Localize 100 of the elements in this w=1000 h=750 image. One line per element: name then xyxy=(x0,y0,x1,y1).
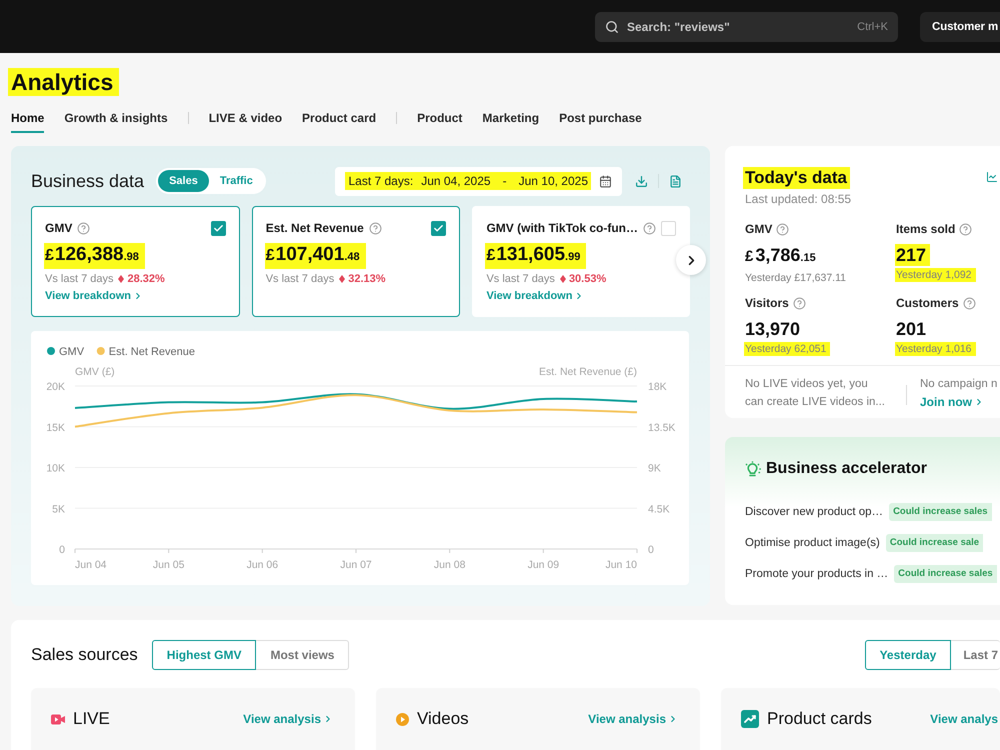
help-icon[interactable] xyxy=(792,296,806,310)
next-button[interactable] xyxy=(676,245,706,275)
stat-label: Visitors xyxy=(745,296,789,310)
axis-tick-label: 15K xyxy=(46,422,65,434)
panel-title: Business accelerator xyxy=(766,459,927,479)
metric-value: £126,388.98 xyxy=(44,243,145,269)
stat-value: 13,970 xyxy=(744,318,802,340)
calendar-icon xyxy=(599,174,612,188)
task-label[interactable]: Discover new product op… xyxy=(745,506,884,518)
axis-tick-label: Jun 07 xyxy=(340,559,372,571)
help-icon[interactable] xyxy=(77,222,90,234)
axis-tick-label: 18K xyxy=(648,381,667,393)
diamond-icon xyxy=(118,275,124,283)
view-analysis-link[interactable]: View analysis xyxy=(243,708,333,730)
search-input[interactable]: Search: "reviews" xyxy=(627,16,850,36)
video-camera-icon xyxy=(51,714,65,724)
search-field[interactable]: Search: "reviews" Ctrl+K xyxy=(595,12,898,42)
period-option[interactable]: Last 7 xyxy=(950,640,1000,670)
panel-title: Sales sources xyxy=(31,644,138,666)
view-breakdown-link[interactable]: View breakdown xyxy=(45,289,143,303)
help-icon[interactable] xyxy=(368,222,382,234)
axis-title: GMV (£) xyxy=(75,366,115,378)
search-icon xyxy=(605,20,619,34)
sort-option[interactable]: Highest GMV xyxy=(152,640,256,670)
download-icon[interactable] xyxy=(635,174,648,188)
line-chart-icon[interactable] xyxy=(986,171,998,183)
stat-label: Customers xyxy=(896,296,959,310)
stat-label: Items sold xyxy=(896,222,956,236)
lightbulb-icon xyxy=(745,460,761,478)
shortcut-label: Ctrl+K xyxy=(857,20,888,32)
comparison-label: Vs last 7 days xyxy=(266,273,334,285)
help-icon[interactable] xyxy=(962,296,976,310)
mode-option[interactable]: Sales xyxy=(158,170,209,192)
change-value: 30.53% xyxy=(568,273,606,285)
metric-label: GMV (with TikTok co-fun… xyxy=(486,221,638,235)
nav-tab[interactable]: Product xyxy=(417,110,462,133)
source-title: LIVE xyxy=(73,708,110,730)
play-circle-icon xyxy=(396,712,409,726)
axis-tick-label: 10K xyxy=(46,462,65,474)
note-text: No campaign n xyxy=(920,377,998,392)
note-text: No LIVE videos yet, you can create LIVE videos in... xyxy=(745,377,886,410)
last-updated-label: Last updated: 08:55 xyxy=(745,191,852,207)
status-badge: Could increase sales xyxy=(889,503,992,521)
axis-tick-label: Jun 09 xyxy=(528,559,560,571)
nav-tab[interactable]: LIVE & video xyxy=(208,110,282,133)
status-badge: Could increase sales xyxy=(894,565,997,583)
diamond-icon xyxy=(560,275,566,283)
nav-tab[interactable]: Product card xyxy=(302,110,376,133)
metric-value: £131,605.99 xyxy=(485,243,586,269)
metric-value: £107,401.48 xyxy=(264,243,366,269)
axis-tick-label: 5K xyxy=(52,503,65,516)
nav-tab[interactable]: Home xyxy=(11,110,44,133)
axis-tick-label: Jun 08 xyxy=(434,559,466,571)
axis-tick-label: 13.5K xyxy=(648,422,676,434)
date-range-picker[interactable]: Last 7 days: Jun 04, 2025 - Jun 10, 2025 xyxy=(335,166,622,196)
help-icon[interactable] xyxy=(959,222,972,236)
page-title: Analytics xyxy=(8,68,120,96)
task-label[interactable]: Optimise product image(s) xyxy=(745,537,880,549)
task-label[interactable]: Promote your products in … xyxy=(745,568,888,580)
customer-button[interactable]: Customer m xyxy=(920,12,1000,42)
join-link[interactable]: Join now xyxy=(920,393,984,411)
help-icon[interactable] xyxy=(643,222,656,234)
metric-label: Est. Net Revenue xyxy=(266,221,364,235)
help-icon[interactable] xyxy=(776,222,790,236)
nav-tab[interactable]: Marketing xyxy=(482,110,540,133)
yesterday-value: Yesterday 1,016 xyxy=(895,342,976,356)
comparison-label: Vs last 7 days xyxy=(486,273,555,285)
source-title: Product cards xyxy=(767,708,872,730)
checkbox[interactable] xyxy=(431,220,446,236)
axis-tick-label: 0 xyxy=(648,544,654,556)
nav-tab[interactable]: Post purchase xyxy=(559,110,642,133)
nav-tab[interactable]: Growth & insights xyxy=(64,110,168,133)
stat-value: £3,786.15 xyxy=(744,244,817,267)
sort-option[interactable]: Most views xyxy=(255,640,350,670)
view-analysis-link[interactable]: View analysis xyxy=(588,708,678,730)
checkbox[interactable] xyxy=(210,220,226,236)
yesterday-value: Yesterday 1,092 xyxy=(895,268,976,282)
axis-tick-label: 0 xyxy=(59,544,65,556)
check-icon xyxy=(433,222,444,234)
panel-title: Business data xyxy=(31,170,144,192)
diamond-icon xyxy=(339,275,346,283)
mode-option[interactable]: Traffic xyxy=(208,170,264,192)
panel-title: Today's data xyxy=(743,167,850,189)
axis-tick-label: Jun 06 xyxy=(246,559,278,571)
stat-label: GMV xyxy=(745,222,772,236)
axis-tick-label: Jun 04 xyxy=(75,559,107,571)
status-badge: Could increase sale xyxy=(886,534,984,552)
document-icon[interactable] xyxy=(669,174,682,188)
axis-tick-label: 20K xyxy=(46,381,65,393)
legend-label: Est. Net Revenue xyxy=(108,346,196,358)
axis-tick-label: 9K xyxy=(648,462,661,474)
axis-tick-label: Jun 10 xyxy=(605,559,637,571)
stat-value: 201 xyxy=(895,318,928,340)
axis-tick-label: 4.5K xyxy=(648,503,670,516)
change-value: 32.13% xyxy=(348,273,386,285)
axis-tick-label: Jun 05 xyxy=(152,559,184,571)
period-option[interactable]: Yesterday xyxy=(864,640,952,670)
yesterday-value: Yesterday £17,637.11 xyxy=(744,271,848,285)
view-breakdown-link[interactable]: View breakdown xyxy=(486,289,584,303)
view-analysis-link[interactable]: View analys xyxy=(930,708,998,730)
